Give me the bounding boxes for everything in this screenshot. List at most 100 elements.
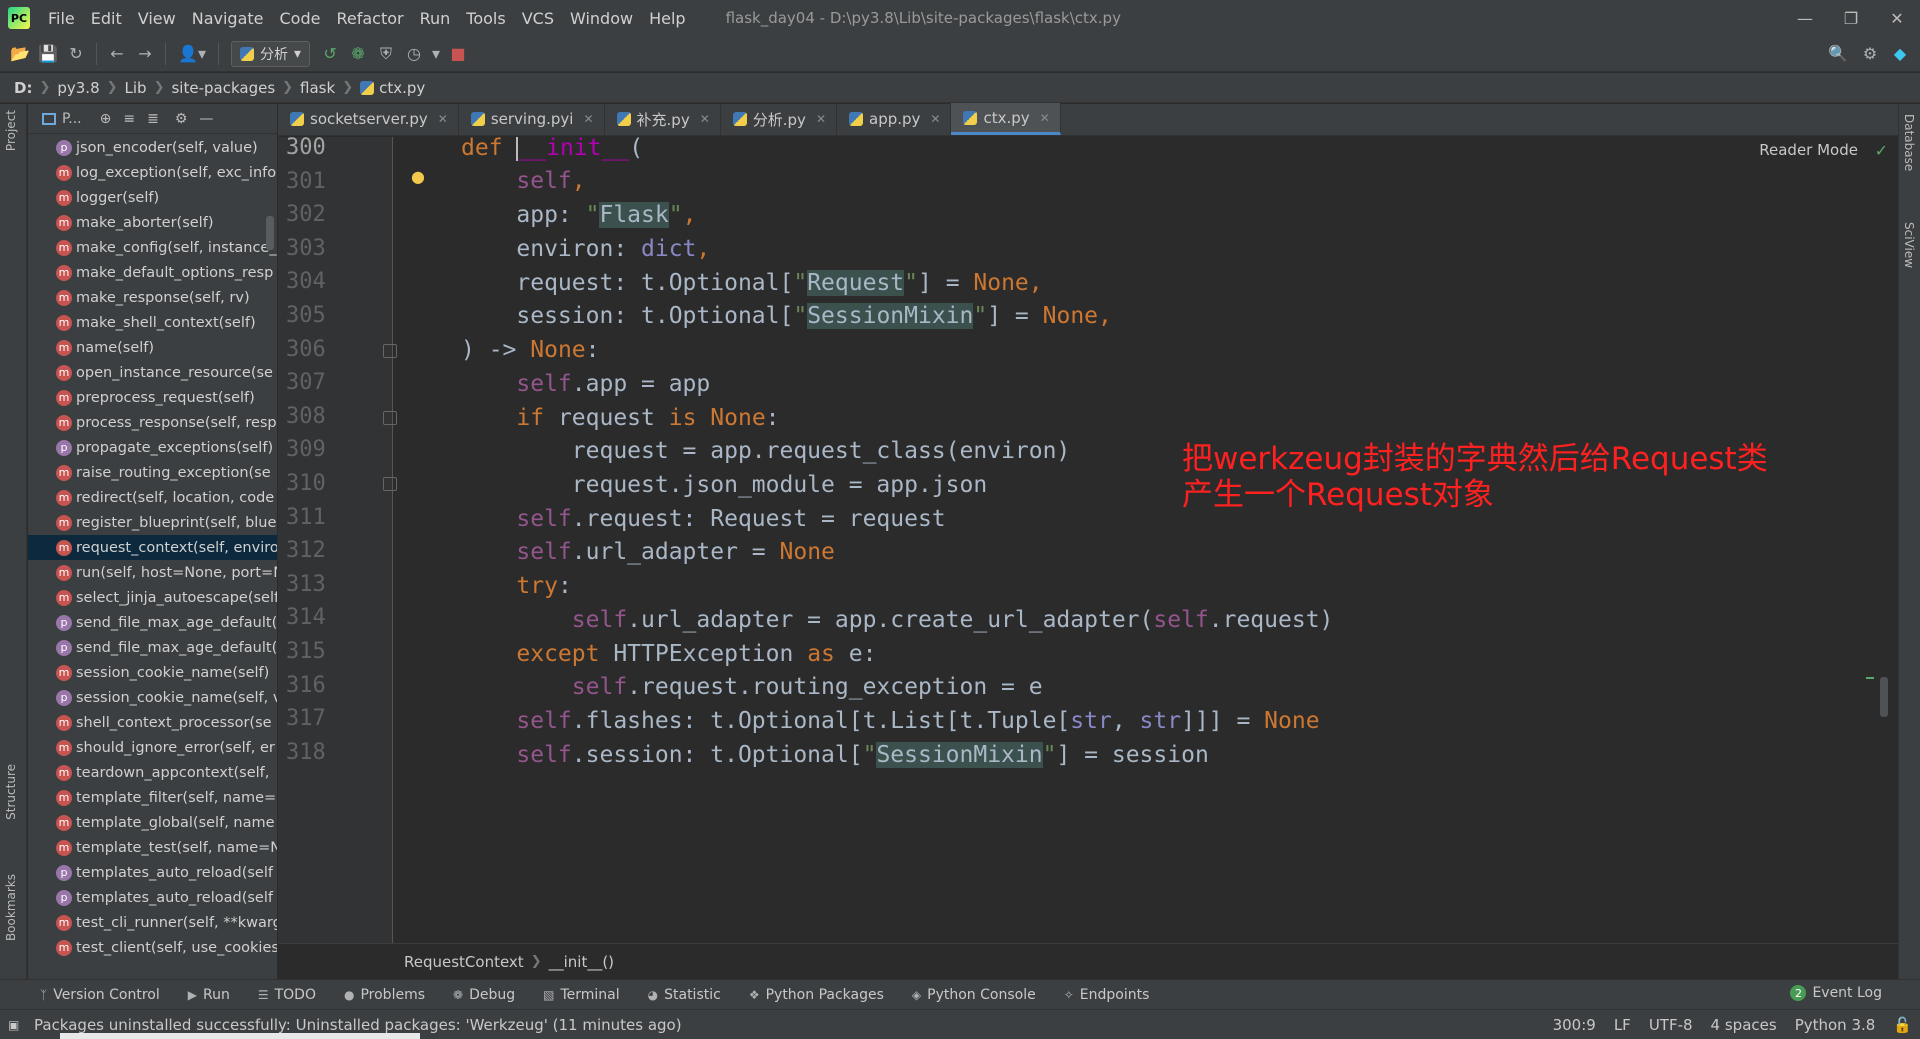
menu-help[interactable]: Help (641, 9, 693, 28)
menu-file[interactable]: File (40, 9, 83, 28)
menu-vcs[interactable]: VCS (514, 9, 562, 28)
chevron-down-icon[interactable]: ▾ (428, 40, 444, 68)
project-structure-item[interactable]: p templates_auto_reload(self (28, 885, 277, 910)
project-structure-item[interactable]: m teardown_appcontext(self, (28, 760, 277, 785)
project-structure-item[interactable]: m request_context(self, enviro (28, 535, 277, 560)
save-icon[interactable]: 💾 (34, 40, 62, 68)
sync-icon[interactable]: ↻ (62, 40, 90, 68)
breadcrumb-method[interactable]: __init__() (549, 953, 614, 971)
breadcrumb-ctx[interactable]: ctx.py (379, 79, 425, 97)
locate-icon[interactable]: ⊕ (100, 111, 112, 127)
debug-bug-icon[interactable]: ❁ (344, 40, 372, 68)
fold-marker-icon[interactable] (383, 477, 397, 491)
menu-tools[interactable]: Tools (458, 9, 513, 28)
menu-edit[interactable]: Edit (83, 9, 130, 28)
project-structure-item[interactable]: m make_shell_context(self) (28, 310, 277, 335)
plugin-icon[interactable]: ◆ (1886, 40, 1914, 68)
minimize-icon[interactable]: — (1782, 0, 1828, 36)
project-structure-item[interactable]: m test_client(self, use_cookies (28, 935, 277, 960)
editor-tab[interactable]: socketserver.py ✕ (278, 103, 459, 135)
project-structure-item[interactable]: m make_aborter(self) (28, 210, 277, 235)
search-icon[interactable]: 🔍 (1824, 40, 1852, 68)
project-structure-item[interactable]: m should_ignore_error(self, er (28, 735, 277, 760)
project-structure-item[interactable]: m make_config(self, instance_ (28, 235, 277, 260)
project-structure-item[interactable]: m make_default_options_resp (28, 260, 277, 285)
project-structure-item[interactable]: m session_cookie_name(self) (28, 660, 277, 685)
project-structure-item[interactable]: m template_test(self, name=N (28, 835, 277, 860)
project-structure-item[interactable]: p templates_auto_reload(self (28, 860, 277, 885)
collapse-all-icon[interactable]: ≣ (147, 111, 159, 127)
project-tool-button[interactable]: Project (4, 110, 18, 151)
lightbulb-icon[interactable]: ● (411, 167, 425, 186)
restore-icon[interactable]: ❐ (1828, 0, 1874, 36)
debug-tab[interactable]: ❁ Debug (453, 987, 515, 1003)
close-icon[interactable]: ✕ (1874, 0, 1920, 36)
line-separator[interactable]: LF (1614, 1016, 1631, 1034)
project-structure-item[interactable]: m select_jinja_autoescape(self (28, 585, 277, 610)
editor-tab[interactable]: serving.pyi ✕ (459, 103, 605, 135)
back-icon[interactable]: ← (103, 40, 131, 68)
breadcrumb-site-packages[interactable]: site-packages (171, 79, 275, 97)
project-structure-item[interactable]: m test_cli_runner(self, **kwarg (28, 910, 277, 935)
menu-code[interactable]: Code (272, 9, 329, 28)
run-tab[interactable]: ▶ Run (188, 987, 230, 1003)
lock-icon[interactable]: 🔓 (1893, 1016, 1912, 1034)
project-structure-item[interactable]: m template_filter(self, name= (28, 785, 277, 810)
python-packages-tab[interactable]: ❖ Python Packages (749, 987, 884, 1003)
gear-icon[interactable]: ⚙ (1856, 40, 1884, 68)
menu-view[interactable]: View (130, 9, 184, 28)
indent-setting[interactable]: 4 spaces (1711, 1016, 1777, 1034)
panel-scrollbar[interactable] (266, 216, 274, 250)
structure-tool-button[interactable]: Structure (4, 764, 18, 820)
close-icon[interactable]: ✕ (583, 112, 593, 126)
project-structure-item[interactable]: m logger(self) (28, 185, 277, 210)
close-icon[interactable]: ✕ (700, 112, 710, 126)
forward-icon[interactable]: → (131, 40, 159, 68)
version-control-tab[interactable]: ᛉ Version Control (40, 987, 160, 1003)
menu-refactor[interactable]: Refactor (328, 9, 411, 28)
statistic-tab[interactable]: ◕ Statistic (648, 987, 721, 1003)
terminal-tab[interactable]: ▧ Terminal (543, 987, 620, 1003)
problems-tab[interactable]: ● Problems (344, 987, 425, 1003)
fold-marker-icon[interactable] (383, 411, 397, 425)
project-structure-item[interactable]: m redirect(self, location, code (28, 485, 277, 510)
menu-navigate[interactable]: Navigate (184, 9, 272, 28)
rerun-icon[interactable]: ↺ (316, 40, 344, 68)
sciview-tool-button[interactable]: SciView (1902, 222, 1916, 268)
project-structure-item[interactable]: p json_encoder(self, value) (28, 135, 277, 160)
project-structure-item[interactable]: m register_blueprint(self, blue (28, 510, 277, 535)
editor-scrollbar[interactable] (1880, 677, 1888, 717)
file-encoding[interactable]: UTF-8 (1649, 1016, 1693, 1034)
event-log-button[interactable]: 2 Event Log (1790, 985, 1882, 1001)
breadcrumb-drive[interactable]: D: (14, 79, 32, 97)
python-console-tab[interactable]: ◈ Python Console (912, 987, 1036, 1003)
project-structure-item[interactable]: m name(self) (28, 335, 277, 360)
stop-icon[interactable]: ■ (444, 40, 472, 68)
database-tool-button[interactable]: Database (1902, 114, 1916, 171)
breadcrumb-class[interactable]: RequestContext (404, 953, 524, 971)
todo-tab[interactable]: ☰ TODO (258, 987, 316, 1003)
breadcrumb-lib[interactable]: Lib (125, 79, 147, 97)
profile-icon[interactable]: ◷ (400, 40, 428, 68)
editor-tab[interactable]: ctx.py ✕ (951, 103, 1061, 135)
editor-tab[interactable]: 分析.py ✕ (721, 103, 837, 135)
project-structure-item[interactable]: m open_instance_resource(se (28, 360, 277, 385)
endpoints-tab[interactable]: ✧ Endpoints (1064, 987, 1150, 1003)
fold-marker-icon[interactable] (383, 344, 397, 358)
toggle-tool-windows-icon[interactable]: ▣ (8, 1018, 19, 1032)
close-icon[interactable]: ✕ (816, 112, 826, 126)
project-structure-item[interactable]: m preprocess_request(self) (28, 385, 277, 410)
reader-mode-toggle[interactable]: Reader Mode (1759, 141, 1858, 159)
menu-run[interactable]: Run (412, 9, 459, 28)
bookmarks-tool-button[interactable]: Bookmarks (4, 874, 18, 941)
breadcrumb-flask[interactable]: flask (300, 79, 335, 97)
close-icon[interactable]: ✕ (1040, 111, 1050, 125)
open-folder-icon[interactable]: 📂 (6, 40, 34, 68)
python-interpreter[interactable]: Python 3.8 (1795, 1016, 1876, 1034)
code-editor[interactable]: 2993003013023033043053063073083093103113… (278, 137, 1898, 943)
project-structure-item[interactable]: p send_file_max_age_default( (28, 635, 277, 660)
hide-icon[interactable]: — (199, 111, 213, 127)
expand-all-icon[interactable]: ≡ (123, 111, 135, 127)
status-message[interactable]: Packages uninstalled successfully: Unins… (34, 1016, 682, 1034)
menu-window[interactable]: Window (562, 9, 641, 28)
